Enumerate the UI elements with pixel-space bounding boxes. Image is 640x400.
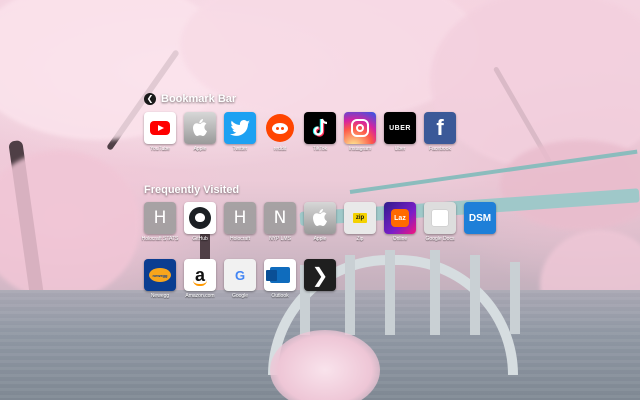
site-label: Holocraft (229, 236, 250, 242)
site-label: Google (231, 293, 249, 299)
bridge-pillar (385, 250, 395, 335)
facebook-icon: f (424, 112, 456, 144)
site-label: Zip (356, 236, 364, 242)
bookmark-reddit[interactable]: reddit (264, 112, 296, 152)
bookmark-label: TikTok (312, 146, 328, 152)
site-label: Apple (313, 236, 327, 242)
bridge-pillar (430, 250, 440, 335)
reddit-icon (264, 112, 296, 144)
frequent-site-dsm[interactable]: DSM (464, 202, 496, 242)
frequent-site-amazon[interactable]: a Amazon.com (184, 259, 216, 299)
bookmark-label: Instagram (348, 146, 372, 152)
plex-icon: ❯ (304, 259, 336, 291)
frequently-visited-row-2: newegg Newegg a Amazon.com G Google Outl… (144, 259, 336, 299)
letter-n-icon: N (264, 202, 296, 234)
frequent-site-google-docs[interactable]: Google Docs (424, 202, 456, 242)
site-label: Google Docs (425, 236, 455, 242)
bridge-pillar (470, 255, 480, 335)
bookmark-youtube[interactable]: YouTube (144, 112, 176, 152)
document-icon (424, 202, 456, 234)
apple-icon (184, 112, 216, 144)
bookmark-twitter[interactable]: Twitter (224, 112, 256, 152)
github-icon (184, 202, 216, 234)
amazon-icon: a (184, 259, 216, 291)
zip-icon: zip (344, 202, 376, 234)
bookmark-label: Facebook (429, 146, 451, 152)
site-label: GitHub (192, 236, 208, 242)
frequent-site-holocraft-stats[interactable]: H Holocraft STATS (142, 202, 178, 242)
bookmark-label: YouTube (150, 146, 170, 152)
site-label: NYP LMS (269, 236, 291, 242)
bookmark-uber[interactable]: UBER Uber (384, 112, 416, 152)
bridge-pillar (345, 255, 355, 335)
bookmark-label: Uber (394, 146, 406, 152)
bookmark-bar-title: Bookmark Bar (161, 93, 237, 105)
bookmark-facebook[interactable]: f Facebook (424, 112, 456, 152)
bookmark-apple[interactable]: Apple (184, 112, 216, 152)
foreground-blossom (270, 330, 380, 400)
frequently-visited-title: Frequently Visited (144, 184, 240, 196)
frequent-site-zip[interactable]: zip Zip (344, 202, 376, 242)
frequent-site-newegg[interactable]: newegg Newegg (144, 259, 176, 299)
youtube-icon (144, 112, 176, 144)
site-label: Newegg (150, 293, 170, 299)
bookmark-bar-row: YouTube Apple Twitter reddit TikTok Inst… (144, 112, 456, 152)
letter-h-icon: H (224, 202, 256, 234)
bookmark-bar-header: ❮ Bookmark Bar (144, 93, 236, 105)
frequent-site-nyp-lms[interactable]: N NYP LMS (264, 202, 296, 242)
bookmark-instagram[interactable]: Instagram (344, 112, 376, 152)
frequent-site-outlook[interactable]: Outlook (264, 259, 296, 299)
newegg-icon: newegg (144, 259, 176, 291)
frequently-visited-row-1: H Holocraft STATS GitHub H Holocraft N N… (142, 202, 496, 242)
tiktok-icon (304, 112, 336, 144)
frequent-site-lazada[interactable]: Laz Online (384, 202, 416, 242)
frequent-site-google[interactable]: G Google (224, 259, 256, 299)
bookmark-label: Twitter (232, 146, 248, 152)
twitter-icon (224, 112, 256, 144)
dsm-icon: DSM (464, 202, 496, 234)
instagram-icon (344, 112, 376, 144)
background-wallpaper (0, 0, 640, 400)
outlook-icon (264, 259, 296, 291)
letter-h-icon: H (144, 202, 176, 234)
site-label: Holocraft STATS (141, 236, 179, 242)
bookmark-label: reddit (273, 146, 287, 152)
site-label: Amazon.com (185, 293, 215, 299)
uber-icon: UBER (384, 112, 416, 144)
bookmark-tiktok[interactable]: TikTok (304, 112, 336, 152)
frequent-site-plex[interactable]: ❯ (304, 259, 336, 299)
frequent-site-apple[interactable]: Apple (304, 202, 336, 242)
bridge-pillar (510, 262, 520, 334)
frequent-site-github[interactable]: GitHub (184, 202, 216, 242)
frequently-visited-header: Frequently Visited (144, 184, 239, 196)
bookmark-label: Apple (193, 146, 207, 152)
google-icon: G (224, 259, 256, 291)
apple-icon (304, 202, 336, 234)
frequent-site-holocraft[interactable]: H Holocraft (224, 202, 256, 242)
back-arrow-icon[interactable]: ❮ (144, 93, 156, 105)
site-label: Outlook (271, 293, 289, 299)
lazada-icon: Laz (384, 202, 416, 234)
site-label: Online (392, 236, 408, 242)
